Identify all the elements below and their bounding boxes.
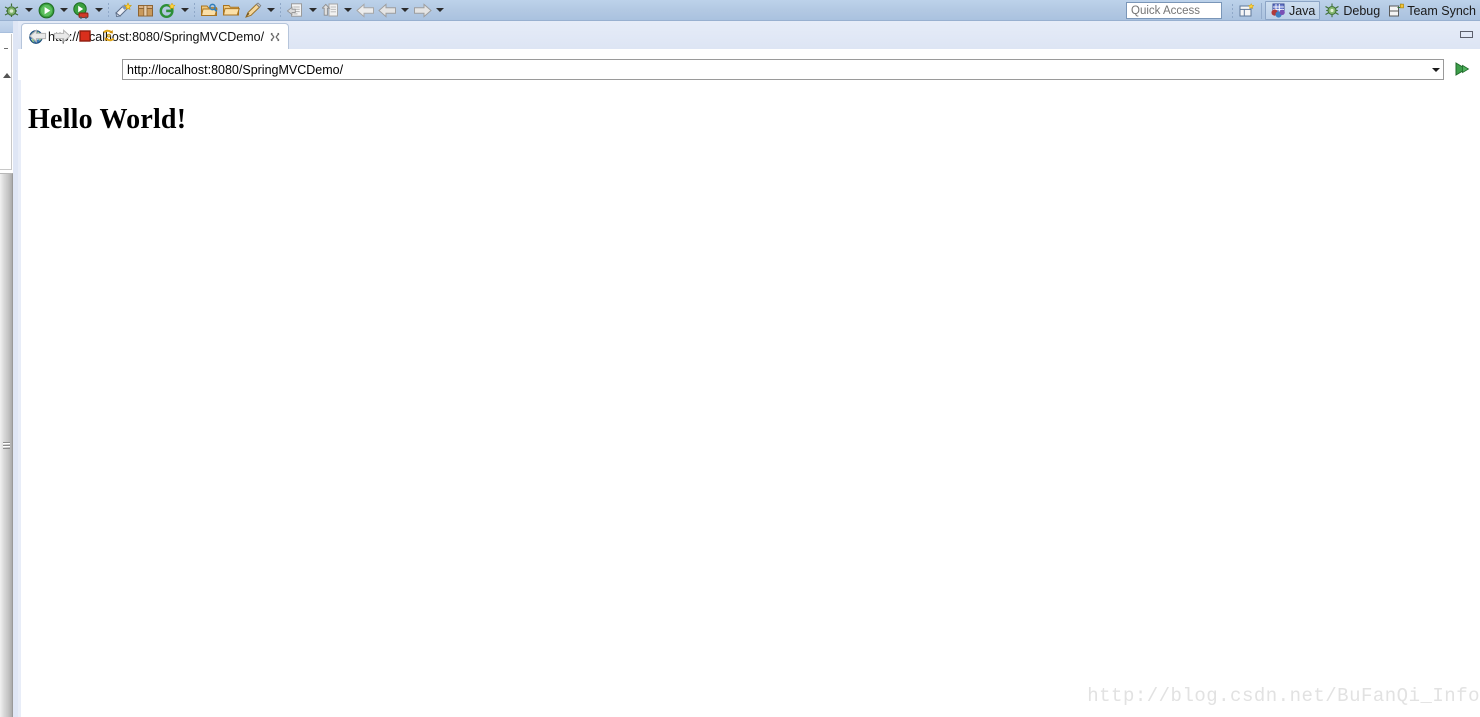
run-dropdown-arrow-icon[interactable]	[57, 0, 70, 20]
chevron-down-icon	[435, 8, 444, 12]
toolbar-separator	[1229, 0, 1236, 21]
main-toolbar: Java Debug	[0, 0, 1480, 21]
run-play-icon[interactable]	[35, 0, 57, 20]
next-annotation-icon[interactable]	[319, 0, 341, 20]
browser-go-button[interactable]	[1452, 59, 1472, 79]
chevron-down-icon	[266, 8, 275, 12]
chevron-down-icon	[180, 8, 189, 12]
browser-forward-button[interactable]	[52, 26, 72, 46]
close-icon[interactable]	[269, 31, 281, 43]
browser-stop-button[interactable]	[75, 26, 95, 46]
chevron-down-icon	[400, 8, 409, 12]
chevron-down-icon	[1431, 67, 1440, 72]
toolbar-separator	[105, 0, 112, 20]
last-edit-dropdown-arrow-icon[interactable]	[306, 0, 319, 20]
perspective-switcher: Java Debug Team Synch	[1229, 0, 1480, 21]
debug-bug-icon[interactable]	[0, 0, 22, 20]
minimize-editor-button[interactable]	[1459, 29, 1474, 40]
new-wizard-icon[interactable]	[112, 0, 134, 20]
open-perspective-button[interactable]	[1236, 1, 1258, 20]
browser-editor: http://localhost:8080/SpringMVCDemo/ htt…	[18, 21, 1480, 717]
java-perspective-icon	[1271, 3, 1285, 18]
toolbar-separator	[191, 0, 198, 20]
forward-dropdown-arrow-icon[interactable]	[433, 0, 446, 20]
chevron-down-icon	[24, 8, 33, 12]
forward-arrow-icon	[53, 29, 71, 43]
back-dropdown-arrow-icon[interactable]	[398, 0, 411, 20]
browser-refresh-button[interactable]	[99, 26, 119, 46]
back-arrow-icon	[29, 29, 47, 43]
browser-back-button[interactable]	[28, 26, 48, 46]
page-left-gutter	[18, 80, 21, 717]
run-server-icon[interactable]	[70, 0, 92, 20]
open-folder-icon[interactable]	[220, 0, 242, 20]
address-input[interactable]	[123, 60, 1428, 79]
back-arrow-icon[interactable]	[354, 0, 376, 20]
refresh-icon	[103, 29, 115, 42]
chevron-down-icon	[308, 8, 317, 12]
stop-icon	[79, 30, 91, 42]
chevron-down-icon	[94, 8, 103, 12]
perspective-debug[interactable]: Debug	[1320, 1, 1384, 20]
perspective-java[interactable]: Java	[1264, 1, 1321, 20]
perspective-java-label: Java	[1288, 3, 1316, 18]
toolbar-separator	[277, 0, 284, 20]
minimized-stack[interactable]	[0, 34, 12, 170]
team-sync-perspective-icon	[1389, 3, 1405, 17]
toolbar-group-navigate	[284, 0, 446, 21]
quick-fix-dropdown-arrow-icon[interactable]	[264, 0, 277, 20]
page-title: Hello World!	[28, 104, 187, 135]
rail-marker-icon	[4, 48, 8, 49]
toolbar-group-resource	[198, 0, 277, 21]
address-history-dropdown[interactable]	[1428, 60, 1443, 79]
chevron-down-icon	[59, 8, 68, 12]
address-bar[interactable]	[122, 59, 1444, 80]
eclipse-window: Java Debug	[0, 0, 1480, 717]
perspective-team-sync[interactable]: Team Synch	[1384, 1, 1480, 20]
new-class-dropdown-arrow-icon[interactable]	[178, 0, 191, 20]
browser-page-content: Hello World! http://blog.csdn.net/BuFanQ…	[18, 80, 1480, 717]
restore-triangle-icon[interactable]	[3, 73, 11, 78]
chevron-down-icon	[343, 8, 352, 12]
perspective-divider	[1260, 2, 1262, 19]
editor-tabstrip: http://localhost:8080/SpringMVCDemo/	[18, 21, 1480, 49]
open-type-icon[interactable]	[198, 0, 220, 20]
open-perspective-icon	[1239, 3, 1255, 17]
new-package-icon[interactable]	[134, 0, 156, 20]
last-edit-icon[interactable]	[284, 0, 306, 20]
workbench-vertical-scrollbar[interactable]	[0, 173, 13, 717]
watermark-text: http://blog.csdn.net/BuFanQi_Info	[1087, 685, 1480, 707]
go-play-icon	[1455, 62, 1470, 76]
new-class-icon[interactable]	[156, 0, 178, 20]
scrollbar-grip-icon	[3, 442, 10, 449]
back-arrow-icon[interactable]	[376, 0, 398, 20]
run-server-dropdown-arrow-icon[interactable]	[92, 0, 105, 20]
quick-access-wrap	[1126, 0, 1222, 21]
quick-access-input[interactable]	[1126, 2, 1222, 19]
minimized-view-rail	[0, 21, 13, 717]
debug-dropdown-arrow-icon[interactable]	[22, 0, 35, 20]
quick-fix-pencil-icon[interactable]	[242, 0, 264, 20]
perspective-debug-label: Debug	[1343, 3, 1381, 18]
next-annotation-dropdown-arrow-icon[interactable]	[341, 0, 354, 20]
perspective-team-sync-label: Team Synch	[1407, 3, 1476, 18]
forward-arrow-icon[interactable]	[411, 0, 433, 20]
rail-header	[0, 21, 13, 33]
toolbar-group-launch	[0, 0, 105, 21]
toolbar-group-wizard	[112, 0, 191, 21]
debug-perspective-icon	[1325, 3, 1340, 18]
